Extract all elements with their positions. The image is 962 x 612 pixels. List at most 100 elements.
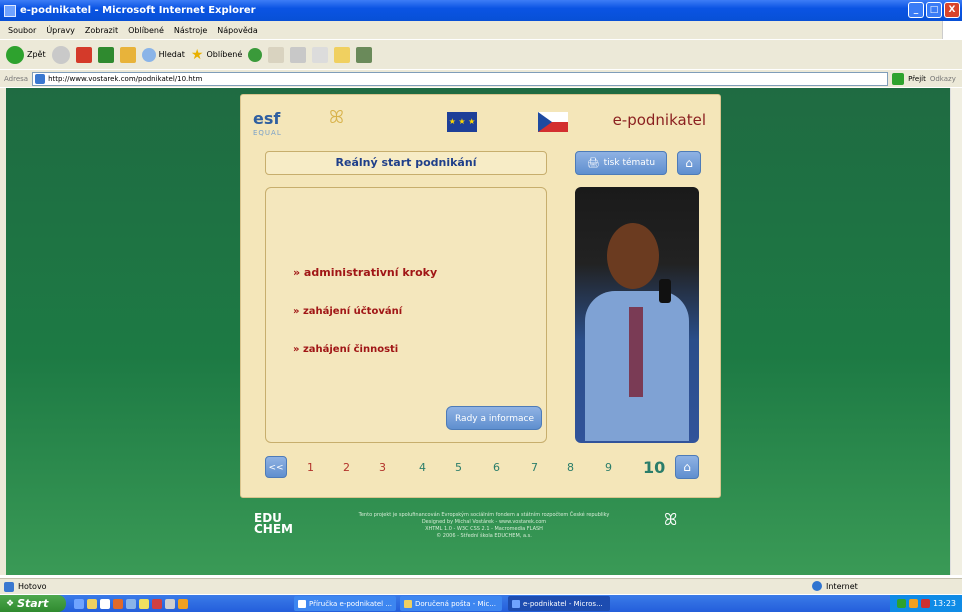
quick-app-icon[interactable] xyxy=(126,598,136,609)
quick-ie-icon[interactable] xyxy=(74,598,84,609)
window-titlebar[interactable]: e-podnikatel - Microsoft Internet Explor… xyxy=(0,0,962,21)
link-start-accounting[interactable]: » zahájení účtování xyxy=(293,306,402,317)
address-bar: Adresa http://www.vostarek.com/podnikate… xyxy=(0,70,962,87)
dancing-figure-logo-footer: ꕤ xyxy=(664,510,678,529)
page-icon xyxy=(35,73,46,84)
refresh-icon[interactable] xyxy=(97,46,114,63)
browser-toolbar: Zpět Hledat ★ Oblíbené xyxy=(0,39,962,69)
tray-icon-1[interactable] xyxy=(896,599,906,608)
page-panel: esf EQUAL ꕤ ★ ★ ★ e-podnikatel Reálný st… xyxy=(240,94,721,498)
esf-logo: esf xyxy=(253,109,281,128)
photo-tie xyxy=(629,307,643,397)
maximize-button[interactable]: □ xyxy=(926,2,942,18)
dancing-figure-logo: ꕤ xyxy=(329,107,344,128)
messenger-icon[interactable] xyxy=(356,46,373,63)
quick-star-icon[interactable] xyxy=(139,598,149,609)
window-title: e-podnikatel - Microsoft Internet Explor… xyxy=(20,5,256,16)
prev-page-button[interactable]: << xyxy=(265,456,287,478)
ie-window: e-podnikatel - Microsoft Internet Explor… xyxy=(0,0,962,612)
task-inbox[interactable]: Doručená pošta - Mic... xyxy=(400,596,502,611)
home-button-top[interactable]: ⌂ xyxy=(677,151,701,175)
menu-tools[interactable]: Nástroje xyxy=(174,26,207,35)
edit-icon[interactable] xyxy=(312,46,329,63)
brand-title: e-podnikatel xyxy=(612,111,706,129)
pagination: << 1 2 3 4 5 6 7 8 9 10 ⌂ xyxy=(265,455,699,479)
page-link-9[interactable]: 9 xyxy=(605,461,612,474)
quick-app2-icon[interactable] xyxy=(152,598,162,609)
page-link-4[interactable]: 4 xyxy=(419,461,426,474)
windows-logo-icon xyxy=(942,21,962,39)
ie-app-icon xyxy=(4,4,16,17)
page-link-6[interactable]: 6 xyxy=(493,461,500,474)
go-arrow-icon xyxy=(892,72,905,85)
photo-head xyxy=(607,223,659,289)
back-button[interactable]: Zpět xyxy=(6,45,46,64)
businessman-photo xyxy=(575,187,699,443)
clock: 13:23 xyxy=(932,599,956,608)
link-start-activity[interactable]: » zahájení činnosti xyxy=(293,344,398,355)
close-button[interactable]: X xyxy=(944,2,960,18)
quick-media-icon[interactable] xyxy=(113,598,123,609)
link-administrative-steps[interactable]: » administrativní kroky xyxy=(293,266,437,279)
task-prirucka[interactable]: Příručka e-podnikatel ... xyxy=(294,596,396,611)
page-link-8[interactable]: 8 xyxy=(567,461,574,474)
window-controls: _ □ X xyxy=(908,2,960,18)
go-label: Přejít xyxy=(908,74,926,83)
tray-icon-2[interactable] xyxy=(908,599,918,608)
quick-app4-icon[interactable] xyxy=(178,598,188,609)
topic-links-box: » administrativní kroky » zahájení účtov… xyxy=(265,187,547,443)
print-topic-label: tisk tématu xyxy=(603,158,656,168)
credits-line-2: Designed by Michal Vostárek - www.vostar… xyxy=(421,519,547,525)
print-topic-button[interactable]: 🖨 tisk tématu xyxy=(575,151,667,175)
zone-label: Internet xyxy=(826,581,858,591)
quick-folder-icon[interactable] xyxy=(87,598,97,609)
address-url: http://www.vostarek.com/podnikatel/10.ht… xyxy=(48,74,203,83)
search-icon xyxy=(141,47,156,62)
page-link-7[interactable]: 7 xyxy=(531,461,538,474)
quick-app3-icon[interactable] xyxy=(165,598,175,609)
stop-icon[interactable] xyxy=(75,46,92,63)
menu-edit[interactable]: Úpravy xyxy=(46,26,75,35)
security-zone: Internet xyxy=(812,581,858,591)
page-link-2[interactable]: 2 xyxy=(343,461,350,474)
minimize-button[interactable]: _ xyxy=(908,2,924,18)
address-label: Adresa xyxy=(4,74,29,83)
favorites-button[interactable]: ★ Oblíbené xyxy=(191,47,242,63)
credits-line-3: XHTML 1.0 - W3C CSS 2.1 - Macromedia FLA… xyxy=(425,526,543,532)
page-link-5[interactable]: 5 xyxy=(455,461,462,474)
back-label: Zpět xyxy=(27,50,46,59)
quick-launch xyxy=(74,598,188,609)
vertical-scrollbar[interactable] xyxy=(950,88,962,575)
menu-help[interactable]: Nápověda xyxy=(217,26,258,35)
printer-icon: 🖨 xyxy=(586,157,600,169)
advice-info-button[interactable]: Rady a informace xyxy=(446,406,542,430)
credits-text: Tento projekt je spolufinancován Evropsk… xyxy=(336,512,632,540)
forward-button[interactable] xyxy=(51,45,70,64)
credits-line-4: © 2006 - Střední škola EDUCHEM, a.s. xyxy=(436,533,532,539)
history-icon[interactable] xyxy=(248,47,263,62)
folder-icon[interactable] xyxy=(334,46,351,63)
taskbar: ❖ Start Příručka e-podnikatel ... Doruče… xyxy=(0,595,962,612)
go-button[interactable]: Přejít Odkazy xyxy=(892,72,956,85)
menu-file[interactable]: Soubor xyxy=(8,26,36,35)
menu-view[interactable]: Zobrazit xyxy=(85,26,118,35)
tray-icon-3[interactable] xyxy=(920,599,930,608)
favorites-label: Oblíbené xyxy=(206,50,243,59)
address-input[interactable]: http://www.vostarek.com/podnikatel/10.ht… xyxy=(32,71,889,86)
back-arrow-icon xyxy=(6,45,24,64)
print-icon[interactable] xyxy=(290,46,307,63)
page-link-1[interactable]: 1 xyxy=(307,461,314,474)
credits-line-1: Tento projekt je spolufinancován Evropsk… xyxy=(358,512,610,518)
home-icon[interactable] xyxy=(119,46,136,63)
photo-phone xyxy=(659,279,671,303)
home-button-bottom[interactable]: ⌂ xyxy=(675,455,699,479)
start-label: Start xyxy=(17,597,49,610)
page-link-3[interactable]: 3 xyxy=(379,461,386,474)
menu-favorites[interactable]: Oblíbené xyxy=(128,26,164,35)
start-button[interactable]: ❖ Start xyxy=(0,595,66,612)
mail-icon[interactable] xyxy=(268,46,285,63)
search-button[interactable]: Hledat xyxy=(141,47,185,62)
task-epodnikatel[interactable]: e-podnikatel - Micros... xyxy=(508,596,610,611)
links-label[interactable]: Odkazy xyxy=(930,75,956,83)
quick-desktop-icon[interactable] xyxy=(100,598,110,609)
